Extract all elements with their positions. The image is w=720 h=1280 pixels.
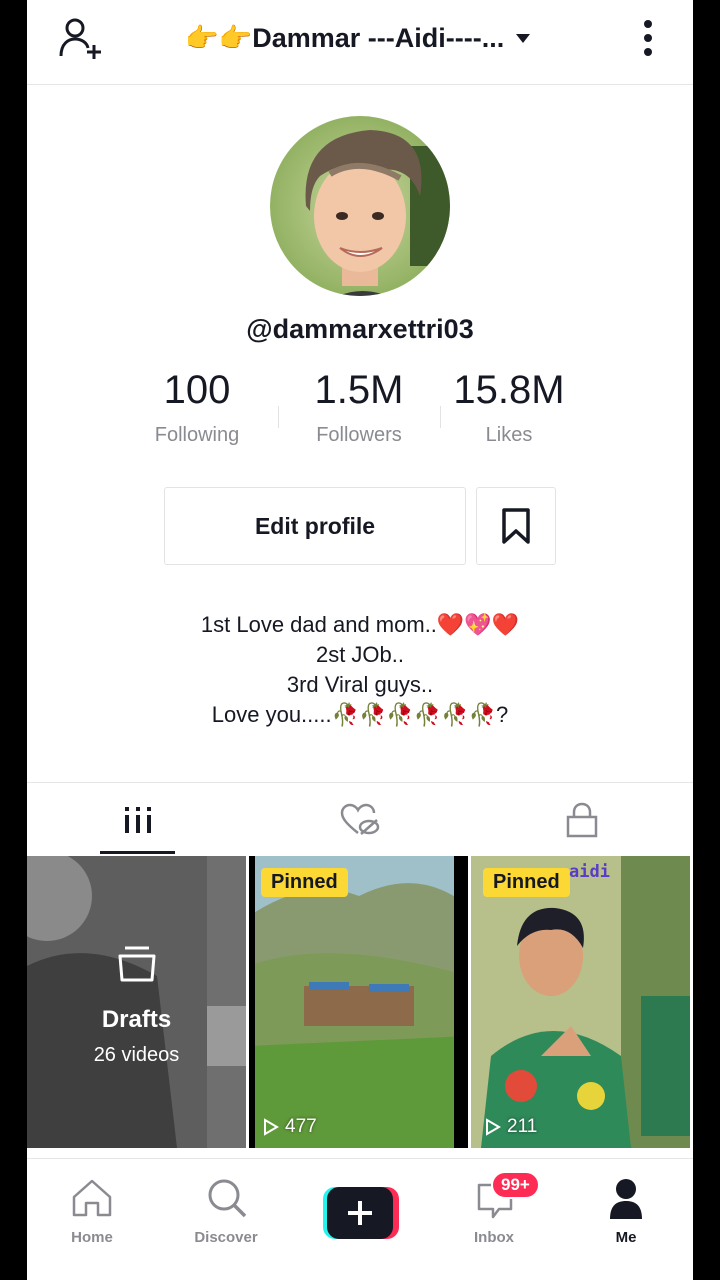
- search-icon: [208, 1179, 247, 1218]
- home-icon: [72, 1179, 112, 1217]
- account-switcher[interactable]: 👉👉Dammar ---Aidi----...: [185, 18, 565, 58]
- drafts-label: Drafts: [101, 1006, 172, 1033]
- add-user-icon[interactable]: [57, 14, 105, 62]
- pinned-badge: Pinned: [483, 868, 570, 897]
- chevron-down-icon: [516, 33, 531, 43]
- tab-private[interactable]: [471, 783, 693, 857]
- bio-line: 2st JOb..: [315, 642, 405, 667]
- play-icon: [486, 1118, 501, 1136]
- followers-stat[interactable]: 1.5M Followers: [299, 366, 419, 447]
- active-tab-indicator: [100, 851, 175, 854]
- top-bar: 👉👉Dammar ---Aidi----...: [27, 0, 693, 85]
- inbox-badge: 99+: [491, 1171, 540, 1199]
- following-count: 100: [163, 368, 231, 412]
- nav-discover-label: Discover: [194, 1229, 258, 1246]
- bio-line: 3rd Viral guys..: [286, 672, 434, 697]
- tab-liked[interactable]: [249, 783, 471, 857]
- video-grid: Drafts 26 videos Pinned 477 Pinned aidi …: [27, 856, 693, 1156]
- following-label: Following: [154, 424, 240, 446]
- liked-hidden-icon: [340, 803, 380, 835]
- pinned-badge: Pinned: [261, 868, 348, 897]
- view-count-value: 211: [507, 1116, 538, 1137]
- create-button[interactable]: [323, 1187, 399, 1239]
- nav-home[interactable]: Home: [37, 1159, 147, 1259]
- tab-videos[interactable]: [27, 783, 249, 857]
- followers-label: Followers: [316, 424, 402, 446]
- view-count: 211: [485, 1116, 537, 1138]
- edit-profile-button[interactable]: Edit profile: [164, 487, 466, 565]
- avatar[interactable]: [270, 116, 450, 296]
- bio-line: 1st Love dad and mom..❤️💖❤️: [200, 612, 520, 637]
- favorites-button[interactable]: [476, 487, 556, 565]
- following-stat[interactable]: 100 Following: [139, 366, 255, 447]
- bottom-nav: Home Discover Inbox 99+ Me: [27, 1158, 693, 1280]
- more-vertical-icon[interactable]: [635, 14, 661, 62]
- drafts-icon: [118, 946, 156, 982]
- drafts-tile[interactable]: Drafts 26 videos: [27, 856, 246, 1148]
- likes-count: 15.8M: [453, 368, 565, 412]
- video-tile[interactable]: Pinned aidi 211: [471, 856, 690, 1148]
- followers-count: 1.5M: [314, 368, 404, 412]
- bookmark-icon: [502, 508, 530, 544]
- username: @dammarxettri03: [246, 314, 474, 344]
- content-tabs: [27, 782, 693, 857]
- videos-grid-icon: [125, 807, 151, 833]
- lock-icon: [566, 802, 598, 838]
- overlay-text: aidi: [569, 862, 610, 882]
- video-tile[interactable]: Pinned 477: [249, 856, 468, 1148]
- profile-icon: [610, 1179, 642, 1219]
- nav-discover[interactable]: Discover: [171, 1159, 281, 1259]
- plus-icon: [323, 1187, 399, 1239]
- likes-stat[interactable]: 15.8M Likes: [439, 366, 579, 447]
- play-icon: [264, 1118, 279, 1136]
- view-count-value: 477: [285, 1116, 317, 1137]
- stat-divider: [278, 406, 279, 428]
- likes-label: Likes: [485, 424, 533, 446]
- nav-me[interactable]: Me: [571, 1159, 681, 1259]
- drafts-count: 26 videos: [93, 1044, 180, 1066]
- bio: 1st Love dad and mom..❤️💖❤️ 2st JOb.. 3r…: [27, 610, 693, 730]
- profile-screen: 👉👉Dammar ---Aidi----... @dammarxettri03 …: [27, 0, 693, 1280]
- nav-home-label: Home: [71, 1229, 113, 1246]
- nav-me-label: Me: [615, 1229, 637, 1246]
- bio-line: Love you.....🥀🥀🥀🥀🥀🥀?: [211, 702, 509, 727]
- view-count: 477: [263, 1116, 317, 1138]
- account-title: 👉👉Dammar ---Aidi----...: [185, 23, 505, 53]
- nav-inbox-label: Inbox: [474, 1229, 514, 1246]
